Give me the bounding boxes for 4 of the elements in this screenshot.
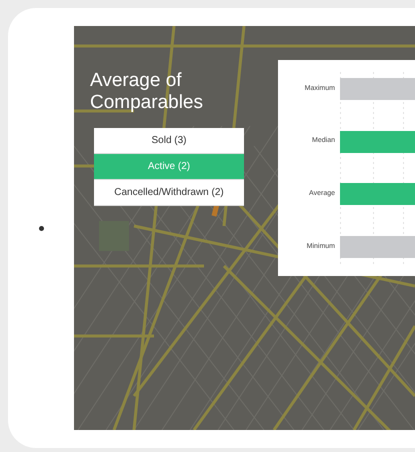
filter-button[interactable]: Cancelled/Withdrawn (2) [94, 180, 244, 206]
panel-title: Average of Comparables [90, 70, 204, 114]
filter-button[interactable]: Sold (3) [94, 128, 244, 154]
home-button-icon[interactable] [38, 226, 44, 230]
